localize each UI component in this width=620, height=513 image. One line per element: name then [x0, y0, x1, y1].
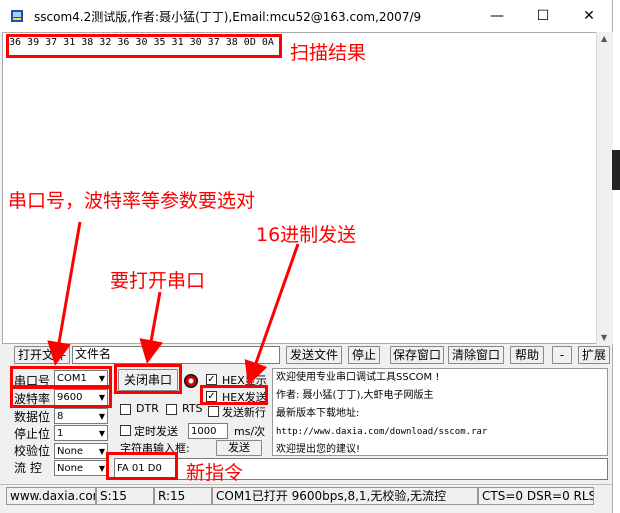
help-button[interactable]: 帮助	[510, 346, 544, 364]
flow-label: 流 控	[14, 461, 42, 475]
annotation-open-port: 要打开串口	[110, 270, 206, 292]
annotation-box-send-input	[106, 452, 178, 480]
save-window-button[interactable]: 保存窗口	[390, 346, 444, 364]
chevron-down-icon: ▼	[98, 429, 105, 438]
send-file-button[interactable]: 发送文件	[286, 346, 342, 364]
annotation-box-hex-send	[200, 385, 268, 405]
flow-value: None	[57, 463, 84, 474]
info-line-1: 欢迎使用专业串口调试工具SSCOM !	[276, 372, 440, 383]
file-name-input[interactable]: 文件名	[72, 346, 280, 364]
sscom-window: sscom4.2测试版,作者:聂小猛(丁丁),Email:mcu52@163.c…	[0, 0, 613, 513]
chevron-down-icon: ▼	[98, 447, 105, 456]
port-status-led-icon	[184, 374, 198, 388]
annotation-hex-send: 16进制发送	[256, 224, 357, 246]
scroll-up-icon[interactable]: ▲	[601, 34, 607, 43]
info-panel: 欢迎使用专业串口调试工具SSCOM ! 作者: 聂小猛(丁丁),大虾电子网版主 …	[272, 368, 608, 456]
scroll-down-icon[interactable]: ▼	[601, 333, 607, 342]
send-button[interactable]: 发送	[216, 440, 262, 456]
info-line-5: 欢迎提出您的建议!	[276, 444, 361, 455]
annotation-box-port	[10, 366, 112, 388]
app-icon	[11, 10, 23, 22]
dtr-label: DTR	[136, 402, 159, 415]
databits-select[interactable]: 8 ▼	[54, 408, 108, 424]
send-newline-checkbox[interactable]	[208, 406, 219, 417]
annotation-box-receive	[6, 34, 282, 58]
close-button[interactable]: ✕	[566, 0, 612, 32]
maximize-button[interactable]: ☐	[520, 0, 566, 32]
hex-display-checkbox[interactable]: ✓	[206, 374, 217, 385]
info-line-2: 作者: 聂小猛(丁丁),大虾电子网版主	[276, 390, 434, 401]
stopbits-label: 停止位	[14, 427, 51, 441]
annotation-port-params: 串口号，波特率等参数要选对	[8, 190, 256, 212]
parity-label: 校验位	[14, 444, 51, 458]
window-title: sscom4.2测试版,作者:聂小猛(丁丁),Email:mcu52@163.c…	[34, 10, 422, 24]
interval-unit: ms/次	[234, 425, 266, 438]
status-site[interactable]: www.daxia.com	[6, 487, 96, 505]
stopbits-value: 1	[57, 428, 64, 439]
info-line-4[interactable]: http://www.daxia.com/download/sscom.rar	[276, 423, 607, 441]
timed-send-checkbox[interactable]	[120, 425, 131, 436]
chevron-down-icon: ▼	[98, 412, 105, 421]
parity-value: None	[57, 446, 84, 457]
expand-button[interactable]: 扩展	[578, 346, 610, 364]
stop-button[interactable]: 停止	[348, 346, 380, 364]
annotation-box-close-port	[114, 364, 182, 394]
title-bar: sscom4.2测试版,作者:聂小猛(丁丁),Email:mcu52@163.c…	[0, 0, 612, 32]
databits-value: 8	[57, 411, 64, 422]
send-newline-label: 发送新行	[222, 406, 266, 419]
flow-select[interactable]: None ▼	[54, 460, 108, 476]
status-sent: S:15	[96, 487, 154, 505]
chevron-down-icon: ▼	[98, 464, 105, 473]
status-bar: www.daxia.com S:15 R:15 COM1已打开 9600bps,…	[0, 484, 612, 507]
info-line-3: 最新版本下载地址:	[276, 408, 360, 419]
minimize-button[interactable]: —	[474, 0, 520, 32]
clear-window-button[interactable]: 清除窗口	[448, 346, 504, 364]
stopbits-select[interactable]: 1 ▼	[54, 425, 108, 441]
parity-select[interactable]: None ▼	[54, 443, 108, 459]
interval-input[interactable]: 1000	[188, 423, 228, 439]
annotation-new-command: 新指令	[186, 462, 244, 484]
annotation-box-baud	[10, 386, 112, 408]
databits-label: 数据位	[14, 410, 51, 424]
dtr-checkbox[interactable]	[120, 404, 131, 415]
status-port: COM1已打开 9600bps,8,1,无校验,无流控	[212, 487, 478, 505]
status-received: R:15	[154, 487, 212, 505]
rts-checkbox[interactable]	[166, 404, 177, 415]
background-scrollbar	[612, 150, 620, 190]
open-file-button[interactable]: 打开文件	[14, 346, 70, 364]
collapse-button[interactable]: -	[552, 346, 572, 364]
status-signals: CTS=0 DSR=0 RLSD	[478, 487, 594, 505]
annotation-scan-result: 扫描结果	[290, 42, 367, 64]
timed-send-label: 定时发送	[134, 425, 178, 438]
receive-scrollbar[interactable]: ▲ ▼	[596, 32, 613, 344]
